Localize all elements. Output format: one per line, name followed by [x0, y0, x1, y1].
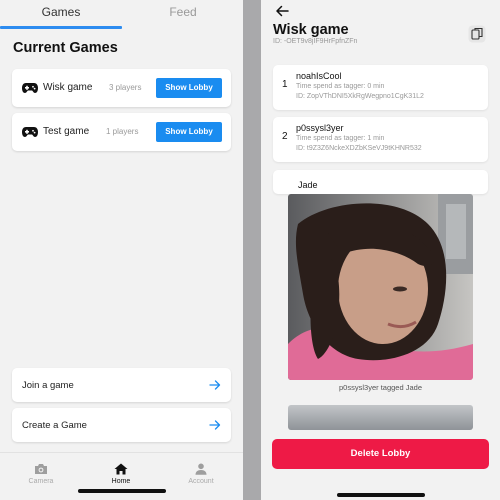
game-player-count: 1 players: [106, 127, 139, 136]
home-indicator: [337, 493, 425, 497]
tab-games[interactable]: Games: [0, 0, 122, 26]
game-card: Test game 1 players Show Lobby: [12, 113, 231, 151]
delete-lobby-button[interactable]: Delete Lobby: [272, 439, 489, 469]
player-name: p0ssysl3yer: [296, 123, 344, 133]
camera-icon: [35, 464, 47, 474]
account-icon: [195, 463, 207, 475]
player-name: noahIsCool: [296, 71, 342, 81]
game-id: ID: -OET9v8jIF9HrFpfnZFn: [273, 38, 358, 45]
home-icon: [114, 463, 128, 475]
nav-account[interactable]: Account: [171, 463, 231, 485]
nav-home-label: Home: [111, 478, 131, 485]
copy-icon[interactable]: [468, 25, 486, 43]
section-title: Current Games: [13, 40, 118, 56]
show-lobby-button[interactable]: Show Lobby: [156, 78, 222, 98]
join-game-button[interactable]: Join a game: [12, 368, 231, 402]
create-game-button[interactable]: Create a Game: [12, 408, 231, 442]
player-rank: 2: [282, 131, 288, 142]
tag-caption: p0ssysl3yer tagged Jade: [339, 383, 422, 392]
arrow-right-icon: [209, 380, 221, 390]
show-lobby-button[interactable]: Show Lobby: [156, 122, 222, 142]
game-name: Wisk game: [43, 82, 93, 93]
game-player-count: 3 players: [109, 83, 142, 92]
nav-account-label: Account: [188, 478, 214, 485]
gamepad-icon: [22, 127, 38, 137]
player-card: 1 noahIsCool Time spend as tagger: 0 min…: [273, 65, 488, 110]
tab-feed[interactable]: Feed: [122, 0, 243, 26]
game-card: Wisk game 3 players Show Lobby: [12, 69, 231, 107]
gamepad-icon: [22, 83, 38, 93]
nav-home[interactable]: Home: [91, 463, 151, 485]
nav-camera[interactable]: Camera: [11, 463, 71, 485]
player-tagger-time: Time spend as tagger: 1 min: [296, 135, 385, 142]
player-card: 2 p0ssysl3yer Time spend as tagger: 1 mi…: [273, 117, 488, 162]
join-game-label: Join a game: [22, 380, 74, 391]
tag-photo: [288, 405, 473, 430]
player-id: ID: ZopVThDNI5XkRgWegpno1CgK31L2: [296, 93, 424, 100]
active-tab-indicator: [0, 26, 122, 29]
games-screen: Games Feed Current Games Wisk game 3 pla…: [0, 0, 243, 500]
top-tab-bar: Games Feed: [0, 0, 243, 30]
game-name: Test game: [43, 126, 90, 137]
lobby-screen: Wisk game ID: -OET9v8jIF9HrFpfnZFn 1 noa…: [261, 0, 500, 500]
page-title: Wisk game: [273, 22, 349, 38]
tag-photo: [288, 194, 473, 380]
arrow-right-icon: [209, 420, 221, 430]
player-id: ID: t9Z3Z6NckeXDZbKSeVJ9tKHNR532: [296, 145, 422, 152]
player-rank: 1: [282, 79, 288, 90]
nav-camera-label: Camera: [28, 478, 54, 485]
create-game-label: Create a Game: [22, 420, 87, 431]
player-name: Jade: [298, 180, 318, 190]
back-arrow-icon[interactable]: [275, 4, 289, 18]
home-indicator: [78, 489, 166, 493]
player-tagger-time: Time spend as tagger: 0 min: [296, 83, 385, 90]
